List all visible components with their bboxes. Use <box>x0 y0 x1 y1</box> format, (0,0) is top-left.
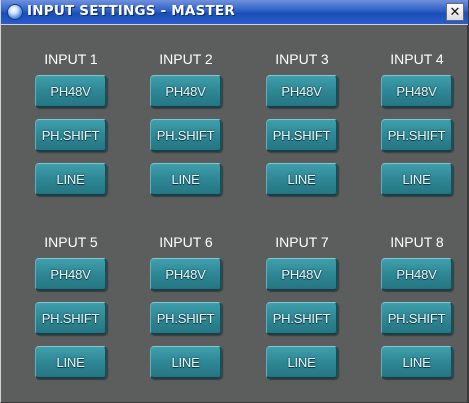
window-title: INPUT SETTINGS - MASTER <box>27 3 235 19</box>
phase-shift-button[interactable]: PH.SHIFT <box>35 302 107 335</box>
phase-shift-button[interactable]: PH.SHIFT <box>150 302 222 335</box>
input-label: INPUT 7 <box>275 234 329 250</box>
phase-shift-button[interactable]: PH.SHIFT <box>381 302 453 335</box>
line-button[interactable]: LINE <box>266 163 338 196</box>
input-label: INPUT 5 <box>44 234 98 250</box>
phase-shift-button[interactable]: PH.SHIFT <box>381 119 453 152</box>
ph48v-button[interactable]: PH48V <box>35 258 107 291</box>
ph48v-button[interactable]: PH48V <box>381 75 453 108</box>
input-label: INPUT 2 <box>159 51 213 67</box>
input-label: INPUT 6 <box>159 234 213 250</box>
ph48v-button[interactable]: PH48V <box>150 258 222 291</box>
ph48v-button[interactable]: PH48V <box>381 258 453 291</box>
title-bar[interactable]: INPUT SETTINGS - MASTER ✕ <box>1 0 468 25</box>
line-button[interactable]: LINE <box>35 346 107 379</box>
close-icon: ✕ <box>449 4 461 20</box>
ph48v-button[interactable]: PH48V <box>266 258 338 291</box>
ph48v-button[interactable]: PH48V <box>266 75 338 108</box>
input-grid: INPUT 1 PH48V PH.SHIFT LINE INPUT 2 PH48… <box>1 26 468 402</box>
line-button[interactable]: LINE <box>150 346 222 379</box>
phase-shift-button[interactable]: PH.SHIFT <box>266 302 338 335</box>
line-button[interactable]: LINE <box>381 163 453 196</box>
line-button[interactable]: LINE <box>381 346 453 379</box>
input-label: INPUT 3 <box>275 51 329 67</box>
input-label: INPUT 8 <box>390 234 444 250</box>
phase-shift-button[interactable]: PH.SHIFT <box>35 119 107 152</box>
input-label: INPUT 1 <box>44 51 98 67</box>
line-button[interactable]: LINE <box>266 346 338 379</box>
input-settings-window: INPUT SETTINGS - MASTER ✕ INPUT 1 PH48V … <box>0 0 469 403</box>
phase-shift-button[interactable]: PH.SHIFT <box>150 119 222 152</box>
line-button[interactable]: LINE <box>150 163 222 196</box>
input-label: INPUT 4 <box>390 51 444 67</box>
line-button[interactable]: LINE <box>35 163 107 196</box>
ph48v-button[interactable]: PH48V <box>150 75 222 108</box>
close-button[interactable]: ✕ <box>446 3 464 21</box>
ph48v-button[interactable]: PH48V <box>35 75 107 108</box>
phase-shift-button[interactable]: PH.SHIFT <box>266 119 338 152</box>
app-globe-icon <box>7 4 23 20</box>
